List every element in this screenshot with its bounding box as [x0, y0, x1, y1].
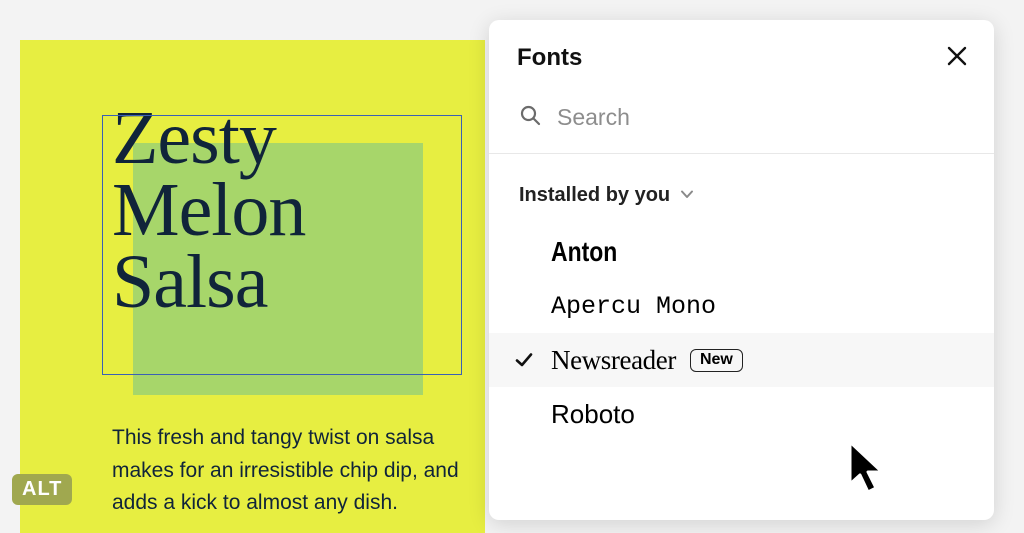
section-label: Installed by you	[519, 184, 670, 207]
font-label: Anton	[551, 236, 617, 268]
search-icon	[519, 104, 541, 131]
document-canvas[interactable]: ZestyMelonSalsa This fresh and tangy twi…	[20, 40, 485, 533]
chevron-down-icon	[680, 184, 694, 207]
check-icon	[511, 350, 537, 370]
font-item-roboto[interactable]: Roboto	[489, 387, 994, 441]
font-item-newsreader[interactable]: Newsreader New	[489, 333, 994, 387]
body-text[interactable]: This fresh and tangy twist on salsa make…	[112, 422, 462, 520]
new-badge: New	[690, 349, 743, 372]
font-item-apercu-mono[interactable]: Apercu Mono	[489, 279, 994, 333]
font-label: Apercu Mono	[551, 292, 716, 321]
fonts-panel: Fonts Installed by you Anton	[489, 20, 994, 520]
section-installed-by-you[interactable]: Installed by you	[489, 154, 994, 225]
font-label: Newsreader	[551, 345, 676, 376]
search-input[interactable]	[557, 104, 966, 131]
close-icon[interactable]	[946, 45, 968, 72]
font-item-anton[interactable]: Anton	[489, 225, 994, 279]
search-row	[489, 90, 994, 154]
font-list: Anton Apercu Mono Newsreader New Roboto	[489, 225, 994, 441]
alt-badge[interactable]: ALT	[12, 474, 72, 505]
headline-text[interactable]: ZestyMelonSalsa	[112, 102, 472, 319]
panel-title: Fonts	[517, 44, 582, 72]
font-label: Roboto	[551, 399, 635, 430]
